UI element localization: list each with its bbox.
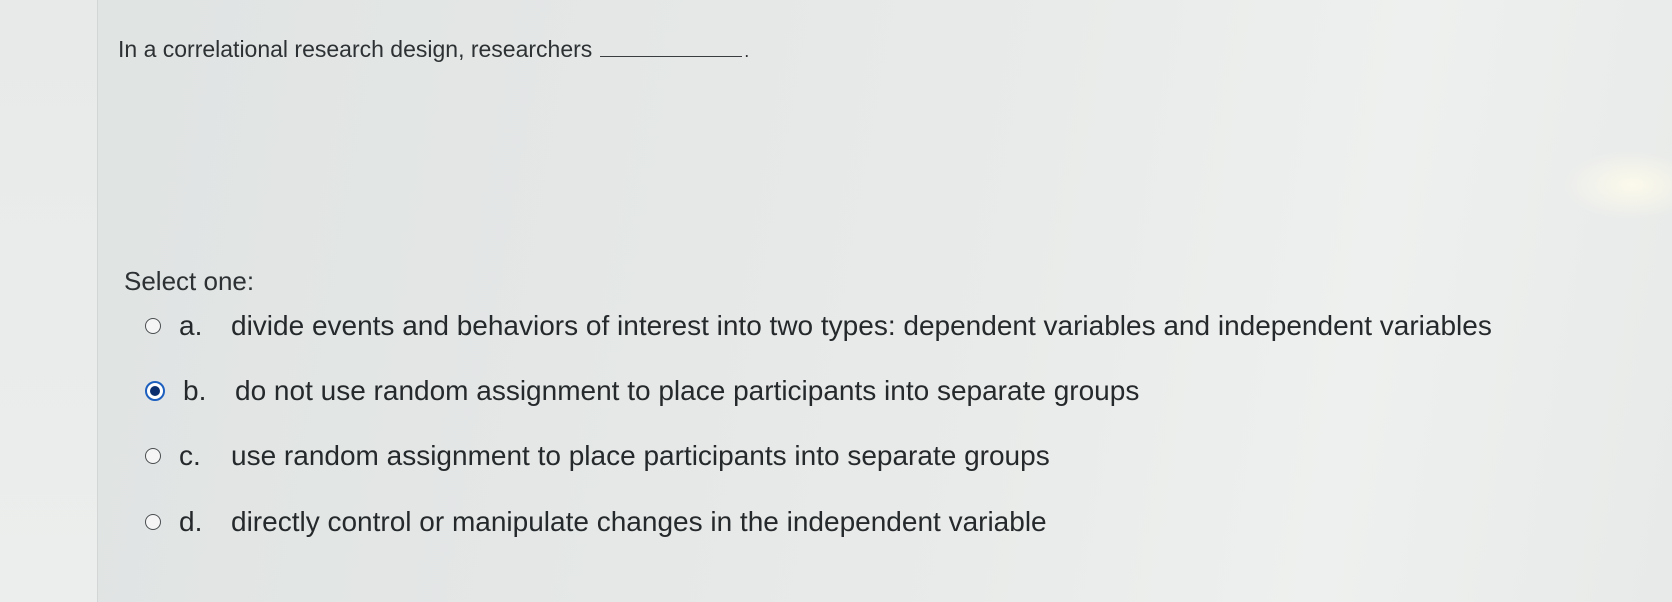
answer-text: use random assignment to place participa… [231, 440, 1050, 471]
left-margin-strip [0, 0, 98, 602]
radio-selected-dot [150, 386, 160, 396]
answer-letter: c. [179, 440, 201, 471]
screen-glare [1562, 150, 1672, 220]
answer-option-d[interactable]: d. directly control or manipulate change… [145, 502, 1047, 542]
question-stem: In a correlational research design, rese… [118, 36, 593, 62]
answer-option-c[interactable]: c. use random assignment to place partic… [145, 436, 1050, 476]
radio-button-c[interactable] [145, 448, 161, 464]
radio-button-d[interactable] [145, 514, 161, 530]
select-one-prompt: Select one: [124, 266, 255, 296]
question-text: In a correlational research design, rese… [118, 36, 749, 63]
answer-letter: b. [183, 375, 207, 406]
radio-button-a[interactable] [145, 318, 161, 334]
answer-letter: a. [179, 310, 203, 341]
answer-option-a[interactable]: a. divide events and behaviors of intere… [145, 306, 1492, 346]
answer-letter: d. [179, 506, 203, 537]
answer-text: divide events and behaviors of interest … [231, 310, 1492, 341]
question-period: . [744, 41, 750, 61]
radio-button-b-selected[interactable] [145, 381, 165, 401]
answer-text: directly control or manipulate changes i… [231, 506, 1047, 537]
answer-option-b[interactable]: b. do not use random assignment to place… [145, 371, 1139, 411]
answer-text: do not use random assignment to place pa… [235, 375, 1140, 406]
answer-blank [600, 38, 743, 57]
